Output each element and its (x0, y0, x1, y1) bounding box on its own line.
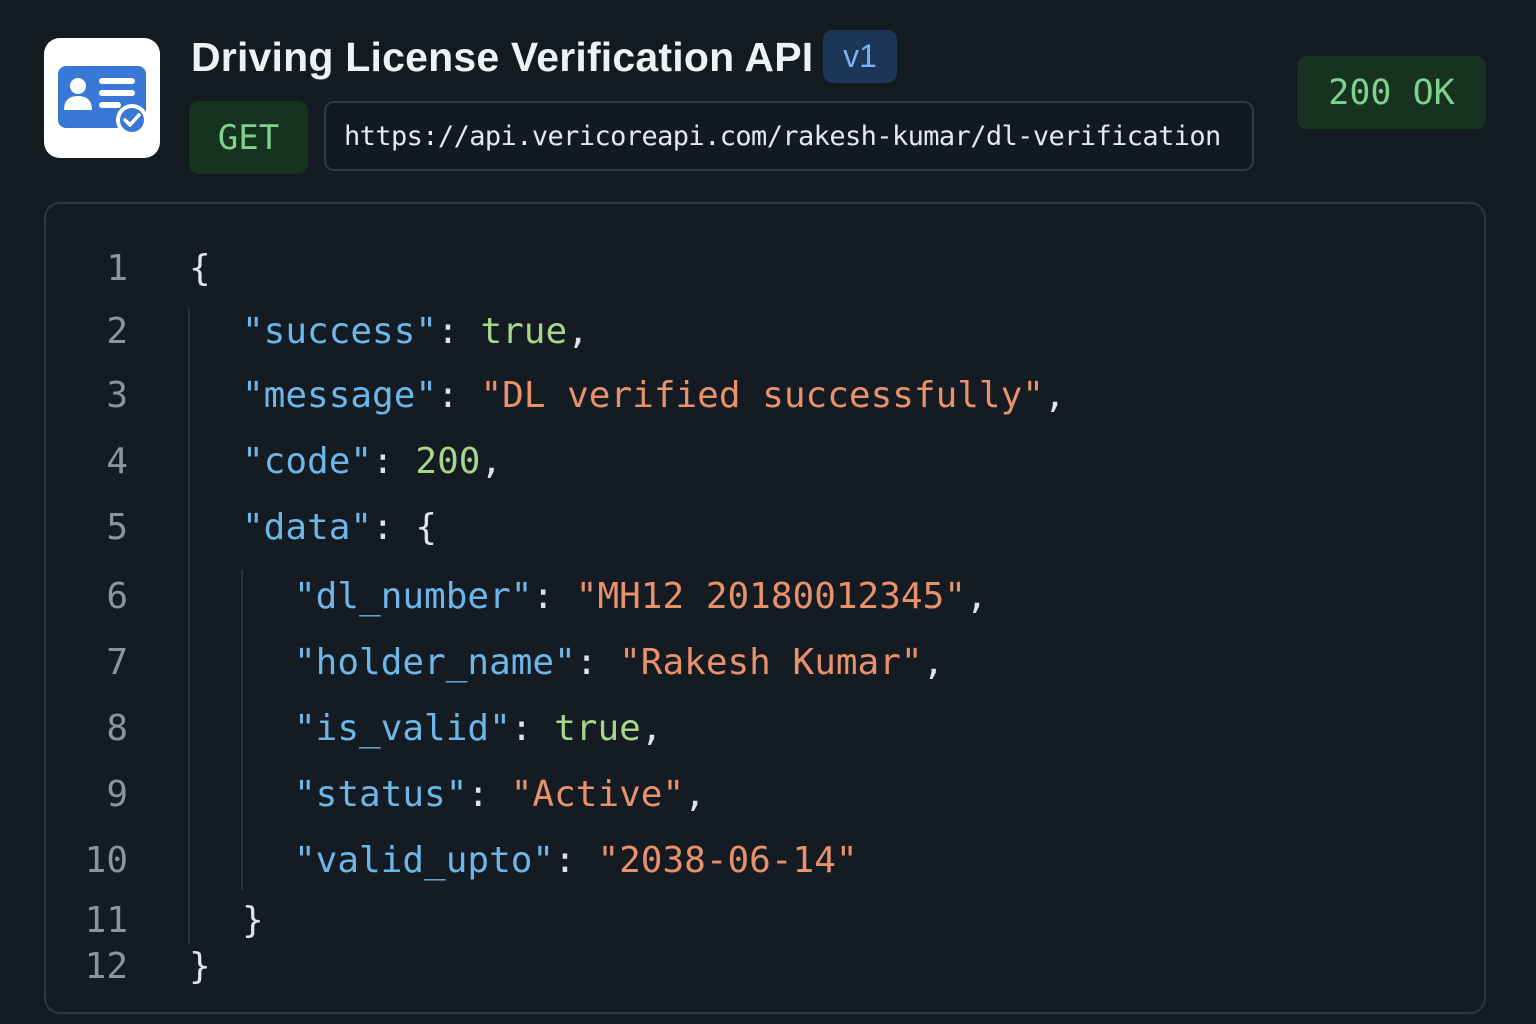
code-token: "message" (242, 375, 438, 416)
code-text: "valid_upto": "2038-06-14" (294, 836, 858, 886)
id-card-verified-icon (44, 38, 160, 158)
api-response-viewer: Driving License Verification API v1 GET … (0, 0, 1536, 1024)
line-number: 2 (106, 311, 128, 352)
code-text: "status": "Active", (294, 770, 706, 820)
version-badge: v1 (823, 30, 897, 83)
status-badge: 200 OK (1297, 56, 1486, 129)
code-line: 3 "message": "DL verified successfully", (46, 371, 1484, 421)
code-text: "holder_name": "Rakesh Kumar", (294, 638, 944, 688)
code-token: "code" (242, 441, 373, 482)
code-token: , (640, 708, 663, 749)
code-token: "status" (294, 774, 468, 815)
code-token: "DL verified successfully" (480, 375, 1044, 416)
code-token: : (532, 576, 576, 617)
code-token: "success" (242, 311, 438, 352)
code-token: "holder_name" (294, 642, 576, 683)
code-token: , (965, 576, 988, 617)
line-number: 6 (106, 576, 128, 617)
line-number: 5 (106, 507, 128, 548)
code-token: true (480, 311, 568, 352)
code-token: "2038-06-14" (597, 840, 858, 881)
code-text: } (242, 896, 264, 946)
line-number: 10 (84, 840, 128, 881)
code-token: : (510, 708, 555, 749)
code-line: 1{ (46, 244, 1484, 294)
code-line: 6 "dl_number": "MH12 20180012345", (46, 572, 1484, 622)
line-number: 4 (106, 441, 128, 482)
code-line: 5 "data": { (46, 503, 1484, 553)
code-text: "success": true, (242, 307, 589, 357)
code-token: , (1043, 375, 1066, 416)
code-line: 7 "holder_name": "Rakesh Kumar", (46, 638, 1484, 688)
line-number: 8 (106, 708, 128, 749)
code-token: } (242, 900, 264, 941)
code-token: true (554, 708, 641, 749)
code-line: 8 "is_valid": true, (46, 704, 1484, 754)
code-token: : (575, 642, 620, 683)
code-token: : (372, 441, 416, 482)
code-token: "data" (242, 507, 373, 548)
code-text: } (189, 942, 211, 992)
code-text: "data": { (242, 503, 437, 553)
code-token: : (467, 774, 511, 815)
code-token: "MH12 20180012345" (575, 576, 966, 617)
page-title: Driving License Verification API (191, 34, 814, 80)
code-text: "is_valid": true, (294, 704, 663, 754)
code-token: "dl_number" (294, 576, 533, 617)
code-token: : (437, 375, 481, 416)
code-token: "valid_upto" (294, 840, 555, 881)
code-token: , (922, 642, 945, 683)
response-body-panel[interactable]: 1{2 "success": true, 3 "message": "DL verif… (44, 202, 1486, 1014)
line-number: 1 (106, 248, 128, 289)
code-token: "Active" (510, 774, 685, 815)
line-number: 9 (106, 774, 128, 815)
code-token: } (189, 946, 211, 987)
code-line: 4 "code": 200, (46, 437, 1484, 487)
line-number: 3 (106, 375, 128, 416)
code-token: "Rakesh Kumar" (619, 642, 923, 683)
code-line: 9 "status": "Active", (46, 770, 1484, 820)
line-number: 11 (84, 900, 128, 941)
code-token: , (480, 441, 503, 482)
request-url-input[interactable]: https://api.vericoreapi.com/rakesh-kumar… (324, 101, 1254, 171)
code-token: "is_valid" (294, 708, 511, 749)
code-token: : { (372, 507, 438, 548)
code-token: 200 (415, 441, 481, 482)
code-token: { (189, 248, 211, 289)
line-number: 7 (106, 642, 128, 683)
code-line: 2 "success": true, (46, 307, 1484, 357)
code-text: { (189, 244, 211, 294)
code-token: : (437, 311, 481, 352)
code-text: "dl_number": "MH12 20180012345", (294, 572, 988, 622)
code-line: 10 "valid_upto": "2038-06-14" (46, 836, 1484, 886)
code-token: , (684, 774, 706, 815)
line-number: 12 (84, 946, 128, 987)
code-line: 11} (46, 896, 1484, 946)
http-method-selector[interactable]: GET (189, 101, 308, 174)
code-token: : (554, 840, 598, 881)
code-line: 12} (46, 942, 1484, 992)
code-token: , (567, 311, 589, 352)
code-text: "message": "DL verified successfully", (242, 371, 1066, 421)
code-text: "code": 200, (242, 437, 502, 487)
